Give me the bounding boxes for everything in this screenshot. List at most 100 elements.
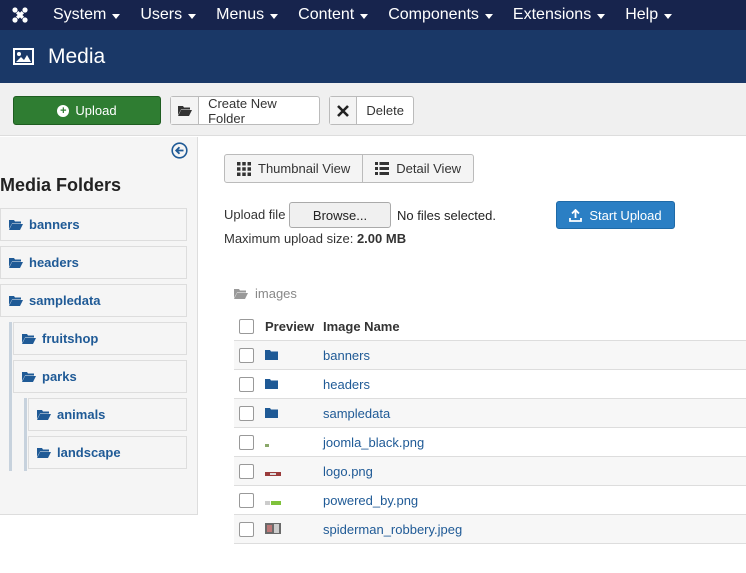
file-name-link[interactable]: powered_by.png [323,493,418,508]
image-thumbnail[interactable] [265,435,269,450]
list-icon [375,162,390,175]
menu-components[interactable]: Components [376,0,501,30]
select-all-checkbox[interactable] [239,318,254,334]
detail-view-button[interactable]: Detail View [362,155,473,182]
upload-label: Upload [75,103,117,118]
page-title: Media [48,44,106,68]
menu-label: Components [388,6,479,23]
menu-system[interactable]: System [40,0,128,30]
row-checkbox[interactable] [239,521,254,537]
caret-down-icon [360,13,369,19]
media-table: Preview Image Name banners headers sampl… [234,312,746,544]
create-folder-label: Create New Folder [208,95,277,126]
table-row: joomla_black.png [234,428,746,457]
joomla-logo-icon[interactable] [0,0,40,30]
file-name-link[interactable]: sampledata [323,406,390,421]
detail-view-label: Detail View [396,161,462,176]
file-name-link[interactable]: headers [323,377,370,392]
menu-label: Users [140,6,183,23]
menu-users[interactable]: Users [128,0,204,30]
row-checkbox[interactable] [239,492,254,508]
folder-icon[interactable] [265,348,278,363]
table-row: logo.png [234,457,746,486]
start-upload-label: Start Upload [589,207,662,223]
grid-icon [237,161,251,176]
upload-button[interactable]: + Upload [13,96,161,125]
menu-content[interactable]: Content [286,0,376,30]
row-checkbox[interactable] [239,405,254,421]
folder-label: animals [57,407,106,422]
max-size-value: 2.00 MB [356,231,407,246]
file-status: No files selected. [397,208,496,223]
row-checkbox[interactable] [239,376,254,392]
folder-label: headers [29,255,79,270]
table-row: powered_by.png [234,486,746,515]
folder-open-icon [22,334,36,344]
folder-label: banners [29,217,80,232]
page-header: Media [0,30,746,83]
folder-label: parks [42,369,77,384]
create-folder-button[interactable]: Create New Folder [170,95,320,126]
sidebar-folder-headers[interactable]: headers [0,246,187,279]
table-header: Preview Image Name [234,312,746,341]
name-column-header: Image Name [323,318,400,334]
file-name-link[interactable]: logo.png [323,464,373,479]
upload-file-label: Upload file [224,207,286,222]
row-checkbox[interactable] [239,347,254,363]
max-upload-size: Maximum upload size: 2.00 MB [224,231,406,246]
folder-open-icon [9,258,23,268]
sidebar-folder-fruitshop[interactable]: fruitshop [13,322,187,355]
plus-circle-icon: + [57,104,70,117]
folder-open-icon [171,97,200,124]
menu-label: System [53,6,107,23]
image-thumbnail[interactable] [265,493,281,508]
thumbnail-view-button[interactable]: Thumbnail View [225,155,362,182]
sidebar-folder-landscape[interactable]: landscape [28,436,187,469]
toolbar: + Upload Create New Folder Delete [0,83,746,136]
close-icon [330,97,358,124]
image-thumbnail[interactable] [265,522,281,537]
sidebar-folder-parks[interactable]: parks [13,360,187,393]
caret-down-icon [112,13,121,19]
breadcrumb: images [234,286,297,301]
file-name-link[interactable]: banners [323,348,370,363]
tree-line [9,322,12,471]
table-row: banners [234,341,746,370]
caret-down-icon [664,13,673,19]
folder-open-icon [234,289,248,299]
breadcrumb-label[interactable]: images [255,286,297,301]
caret-down-icon [270,13,279,19]
sidebar-folder-animals[interactable]: animals [28,398,187,431]
folder-open-icon [22,372,36,382]
menu-extensions[interactable]: Extensions [501,0,613,30]
folder-label: sampledata [29,293,101,308]
sidebar-folder-sampledata[interactable]: sampledata [0,284,187,317]
image-thumbnail[interactable] [265,464,281,479]
browse-button[interactable]: Browse... [289,202,391,228]
sidebar-folder-banners[interactable]: banners [0,208,187,241]
file-name-link[interactable]: spiderman_robbery.jpeg [323,522,462,537]
row-checkbox[interactable] [239,434,254,450]
row-checkbox[interactable] [239,463,254,479]
start-upload-button[interactable]: Start Upload [556,201,675,229]
preview-column-header: Preview [265,318,315,334]
menu-label: Extensions [512,6,592,23]
image-icon [13,48,35,66]
folder-label: fruitshop [42,331,99,346]
delete-button[interactable]: Delete [329,96,414,125]
caret-down-icon [188,13,197,19]
folder-label: landscape [57,445,121,460]
menu-label: Help [625,6,659,23]
folder-icon[interactable] [265,406,278,421]
top-navbar: System Users Menus Content Components Ex… [0,0,746,30]
folder-open-icon [37,410,51,420]
table-row: headers [234,370,746,399]
max-size-label: Maximum upload size: [224,231,354,246]
menu-help[interactable]: Help [613,0,680,30]
caret-down-icon [597,13,606,19]
arrow-circle-left-icon[interactable] [171,142,188,159]
folder-icon[interactable] [265,377,278,392]
folders-title: Media Folders [0,175,122,195]
menu-menus[interactable]: Menus [204,0,286,30]
file-name-link[interactable]: joomla_black.png [323,435,424,450]
